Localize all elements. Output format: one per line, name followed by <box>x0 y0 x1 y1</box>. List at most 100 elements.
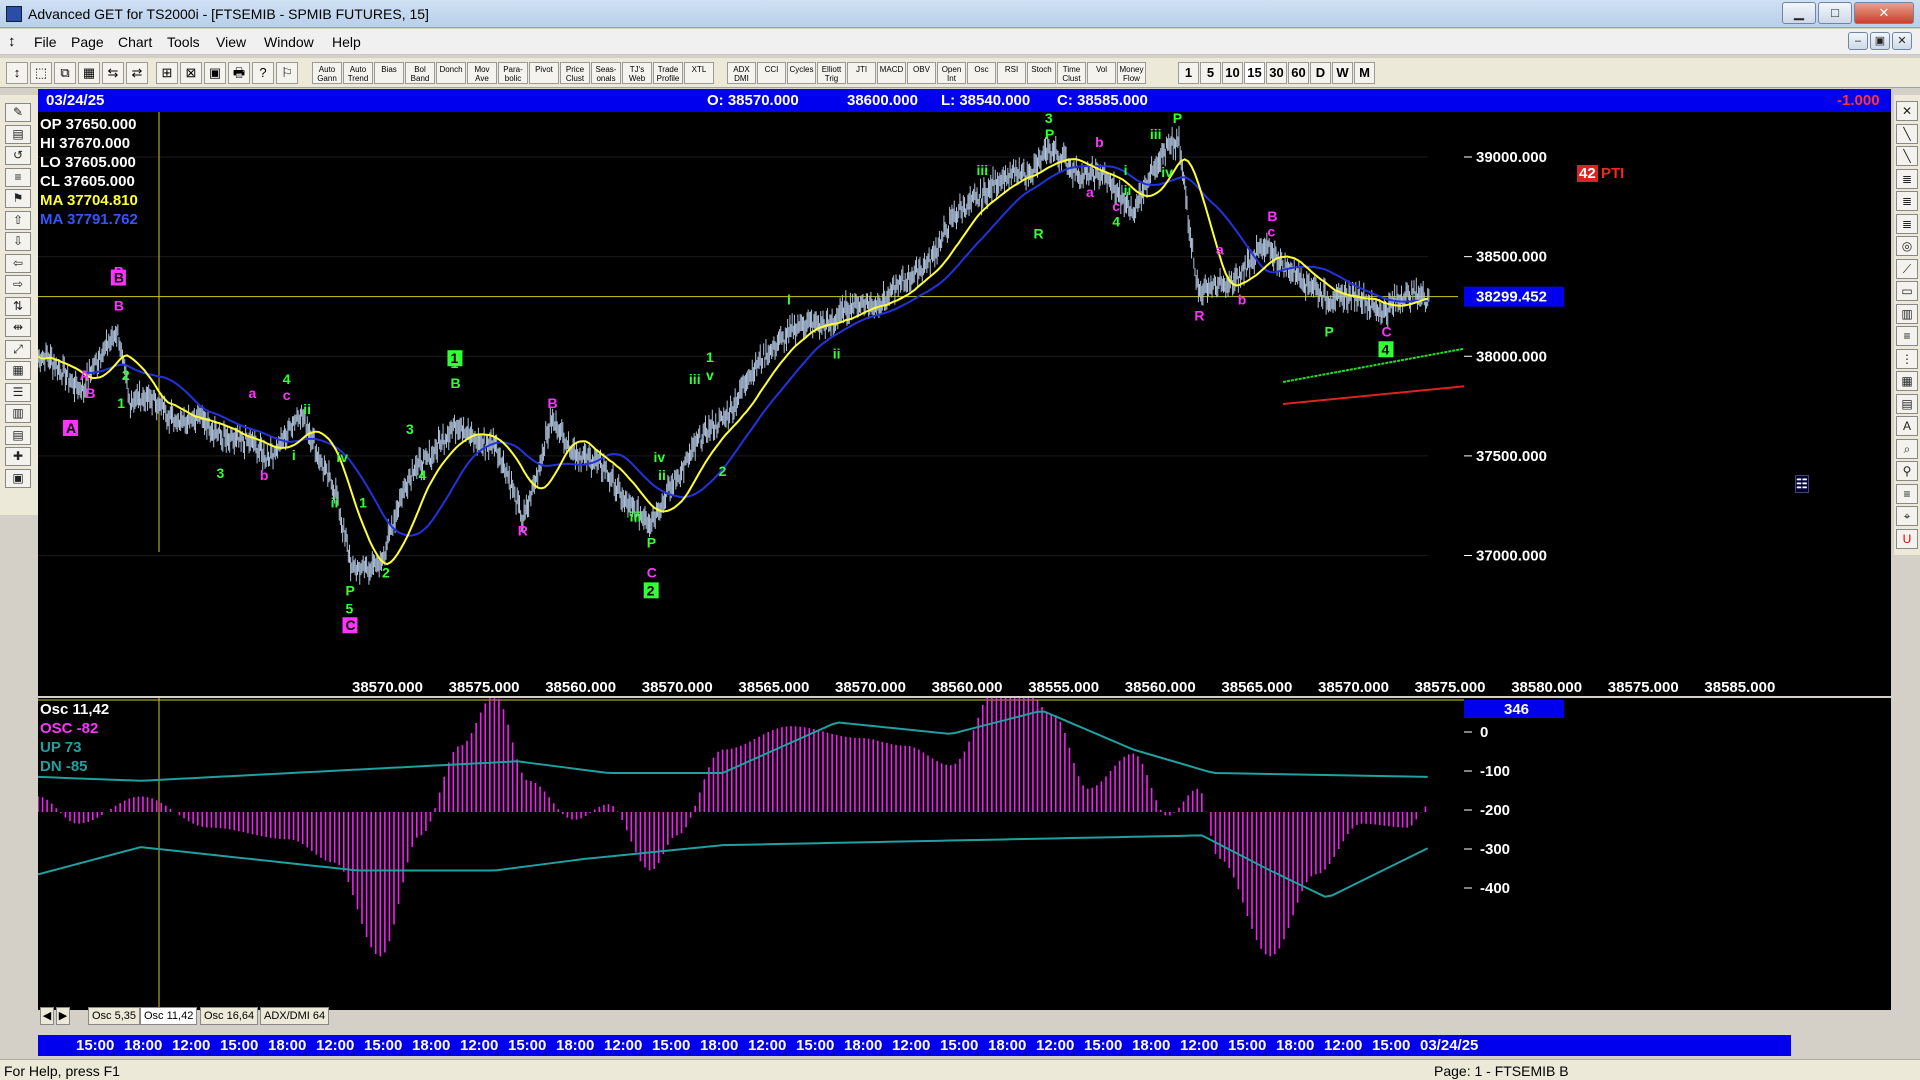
close-button[interactable]: ✕ <box>1854 2 1914 24</box>
price-chart-svg[interactable]: ABABB213bac4iiiivii12P5C341BBRiiiiviiPC2… <box>37 75 1891 696</box>
study-button-14[interactable]: CCI <box>757 62 786 84</box>
minimize-button[interactable]: ▁ <box>1782 2 1816 24</box>
right-tool-11[interactable]: ⋮ <box>1896 348 1918 369</box>
left-tool-15[interactable]: ▤ <box>5 425 31 445</box>
tab-adx-dmi-64[interactable]: ADX/DMI 64 <box>260 1007 330 1025</box>
toolbar-icon-6[interactable]: ⊞ <box>156 62 178 84</box>
menu-tools[interactable]: Tools <box>167 34 200 50</box>
tab-prev-icon[interactable]: ◀ <box>40 1007 54 1025</box>
right-tool-10[interactable]: ≡ <box>1896 326 1918 346</box>
left-tool-17[interactable]: ▣ <box>5 468 31 488</box>
oscillator-panel[interactable]: 3002001000-100-200-300-400346 Osc 11,42 … <box>37 607 1891 1010</box>
toolbar-icon-9[interactable]: 🖶 <box>228 62 250 84</box>
left-tool-12[interactable]: ▦ <box>5 361 31 380</box>
interval-button-10[interactable]: 10 <box>1222 62 1243 84</box>
menu-help[interactable]: Help <box>332 34 361 50</box>
study-button-0[interactable]: Auto Gann <box>312 62 342 84</box>
left-tool-4[interactable]: ⚑ <box>5 189 31 208</box>
study-button-10[interactable]: TJ's Web <box>622 62 652 84</box>
document-icon[interactable]: ↕ <box>8 33 16 50</box>
mdi-minimize-button[interactable]: – <box>1848 32 1868 50</box>
study-button-1[interactable]: Auto Trend <box>343 62 373 84</box>
study-button-2[interactable]: Bias <box>374 62 404 84</box>
toolbar-icon-3[interactable]: ▦ <box>78 62 100 84</box>
right-tool-19[interactable]: U <box>1896 528 1918 549</box>
study-button-22[interactable]: RSI <box>997 62 1026 84</box>
left-tool-9[interactable]: ⇅ <box>5 296 31 316</box>
interval-button-60[interactable]: 60 <box>1288 62 1309 84</box>
right-tool-3[interactable]: ≣ <box>1896 168 1918 189</box>
study-button-26[interactable]: Money Flow <box>1117 62 1146 84</box>
study-button-4[interactable]: Donch <box>436 62 466 84</box>
study-button-7[interactable]: Pivot <box>529 62 559 84</box>
right-tool-13[interactable]: ▤ <box>1896 393 1918 414</box>
tab-osc-11-42[interactable]: Osc 11,42 <box>140 1007 198 1025</box>
interval-button-1[interactable]: 1 <box>1178 62 1199 84</box>
study-button-9[interactable]: Seas-onals <box>591 62 621 84</box>
study-button-18[interactable]: MACD <box>877 62 906 84</box>
study-button-16[interactable]: Elliott Trig <box>817 62 846 84</box>
study-button-23[interactable]: Stoch <box>1027 62 1056 84</box>
study-button-15[interactable]: Cycles <box>787 62 816 84</box>
right-tool-0[interactable]: ✕ <box>1896 101 1918 121</box>
tab-next-icon[interactable]: ▶ <box>56 1007 70 1025</box>
interval-button-15[interactable]: 15 <box>1244 62 1265 84</box>
right-tool-17[interactable]: ≡ <box>1896 483 1918 504</box>
left-tool-3[interactable]: ≡ <box>5 167 31 187</box>
left-tool-13[interactable]: ☰ <box>5 382 31 402</box>
right-tool-15[interactable]: ⌕ <box>1896 438 1918 459</box>
menu-page[interactable]: Page <box>71 34 104 50</box>
interval-button-30[interactable]: 30 <box>1266 62 1287 84</box>
price-chart-panel[interactable]: ABABB213bac4iiiivii12P5C341BBRiiiiviiPC2… <box>37 75 1891 696</box>
left-tool-16[interactable]: ✚ <box>5 447 31 466</box>
left-tool-2[interactable]: ↺ <box>5 146 31 165</box>
study-button-5[interactable]: Mov Ave <box>467 62 497 84</box>
toolbar-icon-8[interactable]: ▣ <box>204 62 226 84</box>
right-tool-12[interactable]: ▦ <box>1896 371 1918 391</box>
study-button-11[interactable]: Trade Profile <box>653 62 683 84</box>
right-tool-1[interactable]: ╲ <box>1896 123 1918 144</box>
maximize-button[interactable]: □ <box>1818 2 1852 24</box>
left-tool-5[interactable]: ⇧ <box>5 210 31 230</box>
study-button-24[interactable]: Time Clust <box>1057 62 1086 84</box>
left-tool-10[interactable]: ⇹ <box>5 318 31 337</box>
mdi-restore-button[interactable]: ▣ <box>1870 32 1890 50</box>
left-tool-7[interactable]: ⇦ <box>5 253 31 273</box>
left-tool-6[interactable]: ⇩ <box>5 232 31 251</box>
study-button-13[interactable]: ADX DMI <box>727 62 756 84</box>
right-tool-16[interactable]: ⚲ <box>1896 461 1918 481</box>
study-button-6[interactable]: Para-bolic <box>498 62 528 84</box>
oscillator-svg[interactable]: 3002001000-100-200-300-400346 <box>37 607 1891 1010</box>
mdi-close-button[interactable]: ✕ <box>1892 32 1912 50</box>
menu-window[interactable]: Window <box>264 34 314 50</box>
left-tool-8[interactable]: ⇨ <box>5 275 31 294</box>
right-tool-14[interactable]: A <box>1896 416 1918 436</box>
tab-osc-16-64[interactable]: Osc 16,64 <box>200 1007 259 1025</box>
toolbar-icon-1[interactable]: ⬚ <box>30 62 52 84</box>
study-button-8[interactable]: Price Clust <box>560 62 590 84</box>
study-button-3[interactable]: Bol Band <box>405 62 435 84</box>
tab-osc-5-35[interactable]: Osc 5,35 <box>88 1007 141 1025</box>
study-button-25[interactable]: Vol <box>1087 62 1116 84</box>
left-tool-14[interactable]: ▥ <box>5 404 31 423</box>
toolbar-icon-2[interactable]: ⧉ <box>54 62 76 84</box>
toolbar-icon-10[interactable]: ? <box>252 62 274 84</box>
toolbar-icon-7[interactable]: ⊠ <box>180 62 202 84</box>
right-tool-6[interactable]: ◎ <box>1896 236 1918 256</box>
study-button-12[interactable]: XTL <box>684 62 714 84</box>
menu-file[interactable]: File <box>34 34 57 50</box>
menu-view[interactable]: View <box>216 34 246 50</box>
toolbar-icon-4[interactable]: ⇆ <box>102 62 124 84</box>
study-button-20[interactable]: Open Int <box>937 62 966 84</box>
toolbar-icon-0[interactable]: ↕ <box>6 62 28 84</box>
study-button-19[interactable]: OBV <box>907 62 936 84</box>
right-tool-18[interactable]: ⌖ <box>1896 506 1918 526</box>
left-tool-1[interactable]: ▤ <box>5 124 31 144</box>
chart-scroll-icon[interactable]: ☷ <box>1795 475 1809 493</box>
right-tool-4[interactable]: ≣ <box>1896 191 1918 211</box>
right-tool-7[interactable]: ⟋ <box>1896 258 1918 279</box>
interval-button-W[interactable]: W <box>1332 62 1353 84</box>
right-tool-5[interactable]: ≣ <box>1896 213 1918 234</box>
interval-button-D[interactable]: D <box>1310 62 1331 84</box>
toolbar-icon-5[interactable]: ⇄ <box>126 62 148 84</box>
